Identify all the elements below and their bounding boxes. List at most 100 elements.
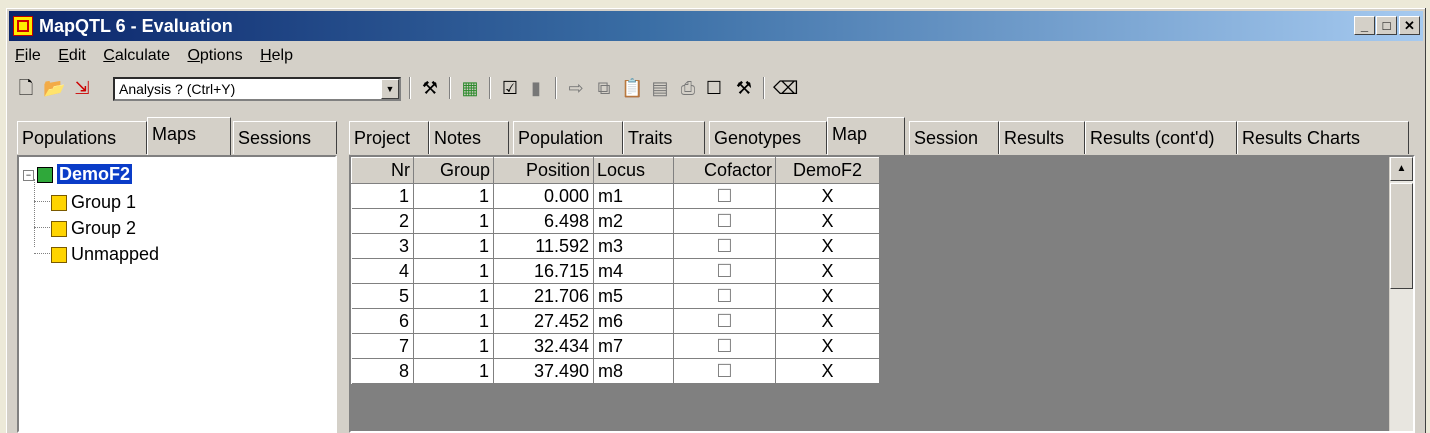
tab-genotypes-label: Genotypes — [714, 128, 802, 148]
print-icon[interactable]: ⎙ — [677, 77, 699, 99]
tab-genotypes[interactable]: Genotypes — [709, 121, 827, 154]
cell-nr: 8 — [351, 358, 414, 384]
column-header-cofactor[interactable]: Cofactor — [673, 157, 776, 184]
calculator-icon[interactable]: ▤ — [649, 77, 671, 99]
square-icon[interactable]: ▮ — [525, 77, 547, 99]
dropdown-arrow-icon[interactable]: ▼ — [381, 79, 399, 99]
cell-cofactor[interactable]: ☐ — [673, 308, 776, 334]
checkbox-icon[interactable]: ☑ — [499, 77, 521, 99]
cell-position: 11.592 — [493, 233, 594, 259]
title-bar[interactable]: MapQTL 6 - Evaluation _ □ ✕ — [9, 11, 1423, 41]
table-row[interactable]: 5 1 21.706 m5 ☐ X — [351, 283, 880, 309]
tab-maps[interactable]: Maps — [147, 117, 231, 155]
tab-results-charts[interactable]: Results Charts — [1237, 121, 1409, 154]
cell-cofactor[interactable]: ☐ — [673, 258, 776, 284]
close-button[interactable]: ✕ — [1399, 16, 1420, 35]
menu-help-label: elp — [271, 47, 293, 64]
tree-item-unmapped[interactable]: Unmapped — [51, 241, 159, 267]
cell-cofactor[interactable]: ☐ — [673, 333, 776, 359]
menu-options-label: ptions — [199, 47, 243, 64]
hammer-icon[interactable]: ⚒ — [419, 77, 441, 99]
paste-icon[interactable]: 📋 — [621, 77, 643, 99]
table-row[interactable]: 3 1 11.592 m3 ☐ X — [351, 233, 880, 259]
tab-results-contd[interactable]: Results (cont'd) — [1085, 121, 1237, 154]
cell-cofactor[interactable]: ☐ — [673, 208, 776, 234]
export-icon[interactable]: ⇨ — [565, 77, 587, 99]
linkage-group-icon — [51, 195, 67, 212]
import-icon[interactable]: ⇲ — [71, 77, 93, 99]
analysis-combo[interactable]: Analysis ? (Ctrl+Y) ▼ — [113, 77, 401, 101]
table-row[interactable]: 8 1 37.490 m8 ☐ X — [351, 358, 880, 384]
table-header-row: Nr Group Position Locus Cofactor DemoF2 — [351, 157, 880, 184]
cell-demof2: X — [775, 333, 880, 359]
tree-root-item[interactable]: − DemoF2 — [23, 161, 133, 187]
checkbox-empty-icon[interactable]: ☐ — [703, 77, 725, 99]
cell-cofactor[interactable]: ☐ — [673, 283, 776, 309]
table-row[interactable]: 7 1 32.434 m7 ☐ X — [351, 333, 880, 359]
cell-cofactor[interactable]: ☐ — [673, 358, 776, 384]
tree-item-label: Group 2 — [71, 218, 137, 238]
tab-population[interactable]: Population — [513, 121, 623, 154]
collapse-icon[interactable]: − — [23, 169, 34, 181]
tab-session-label: Session — [914, 128, 979, 148]
toolbar-separator — [555, 77, 557, 99]
menu-bar: File Edit Calculate Options Help — [9, 44, 1423, 70]
menu-help[interactable]: Help — [254, 44, 300, 69]
cell-locus: m1 — [593, 183, 674, 209]
tab-results-charts-label: Results Charts — [1242, 128, 1361, 148]
tab-session[interactable]: Session — [909, 121, 999, 154]
tools-icon[interactable]: ⚒ — [733, 77, 755, 99]
cell-demof2: X — [775, 258, 880, 284]
column-header-demof2[interactable]: DemoF2 — [775, 157, 880, 184]
cell-locus: m4 — [593, 258, 674, 284]
grid-icon[interactable]: ▦ — [459, 77, 481, 99]
tab-results[interactable]: Results — [999, 121, 1085, 154]
cell-nr: 6 — [351, 308, 414, 334]
cell-group: 1 — [413, 308, 494, 334]
table-row[interactable]: 2 1 6.498 m2 ☐ X — [351, 208, 880, 234]
new-icon[interactable]: 🗋 — [15, 77, 37, 99]
scroll-up-arrow-icon[interactable]: ▲ — [1390, 157, 1413, 181]
cell-nr: 2 — [351, 208, 414, 234]
cell-cofactor[interactable]: ☐ — [673, 233, 776, 259]
table-row[interactable]: 1 1 0.000 m1 ☐ X — [351, 183, 880, 209]
tab-traits-label: Traits — [628, 128, 673, 148]
app-icon[interactable] — [13, 16, 33, 36]
tree-root-label: DemoF2 — [57, 164, 133, 184]
column-header-group[interactable]: Group — [413, 157, 494, 184]
maximize-button[interactable]: □ — [1376, 16, 1397, 35]
map-grid-panel: Nr Group Position Locus Cofactor DemoF2 … — [349, 155, 1415, 433]
column-header-locus[interactable]: Locus — [593, 157, 674, 184]
menu-edit-mnemonic: E — [58, 47, 69, 64]
tab-project[interactable]: Project — [349, 121, 429, 154]
tab-map[interactable]: Map — [827, 117, 905, 155]
toolbar-separator — [409, 77, 411, 99]
column-header-position[interactable]: Position — [493, 157, 594, 184]
tree-item-group-2[interactable]: Group 2 — [51, 215, 136, 241]
column-header-nr[interactable]: Nr — [351, 157, 414, 184]
cell-position: 0.000 — [493, 183, 594, 209]
table-row[interactable]: 6 1 27.452 m6 ☐ X — [351, 308, 880, 334]
cell-position: 21.706 — [493, 283, 594, 309]
cell-group: 1 — [413, 233, 494, 259]
menu-edit[interactable]: Edit — [52, 44, 93, 69]
tab-traits[interactable]: Traits — [623, 121, 705, 154]
eraser-icon[interactable]: ⌫ — [773, 77, 798, 99]
table-row[interactable]: 4 1 16.715 m4 ☐ X — [351, 258, 880, 284]
minimize-button[interactable]: _ — [1354, 16, 1375, 35]
cell-group: 1 — [413, 333, 494, 359]
menu-calculate[interactable]: Calculate — [97, 44, 177, 69]
tab-populations[interactable]: Populations — [17, 121, 147, 154]
tab-notes[interactable]: Notes — [429, 121, 509, 154]
vertical-scrollbar[interactable]: ▲ — [1389, 157, 1413, 431]
scroll-thumb[interactable] — [1390, 183, 1413, 289]
menu-options[interactable]: Options — [181, 44, 249, 69]
open-icon[interactable]: 📂 — [43, 77, 65, 99]
cell-cofactor[interactable]: ☐ — [673, 183, 776, 209]
tab-sessions[interactable]: Sessions — [233, 121, 337, 154]
tab-maps-label: Maps — [152, 124, 197, 144]
copy-icon[interactable]: ⧉ — [593, 77, 615, 99]
tree-item-group-1[interactable]: Group 1 — [51, 189, 136, 215]
tree-item-label: Unmapped — [71, 244, 160, 264]
menu-file[interactable]: File — [9, 44, 48, 69]
